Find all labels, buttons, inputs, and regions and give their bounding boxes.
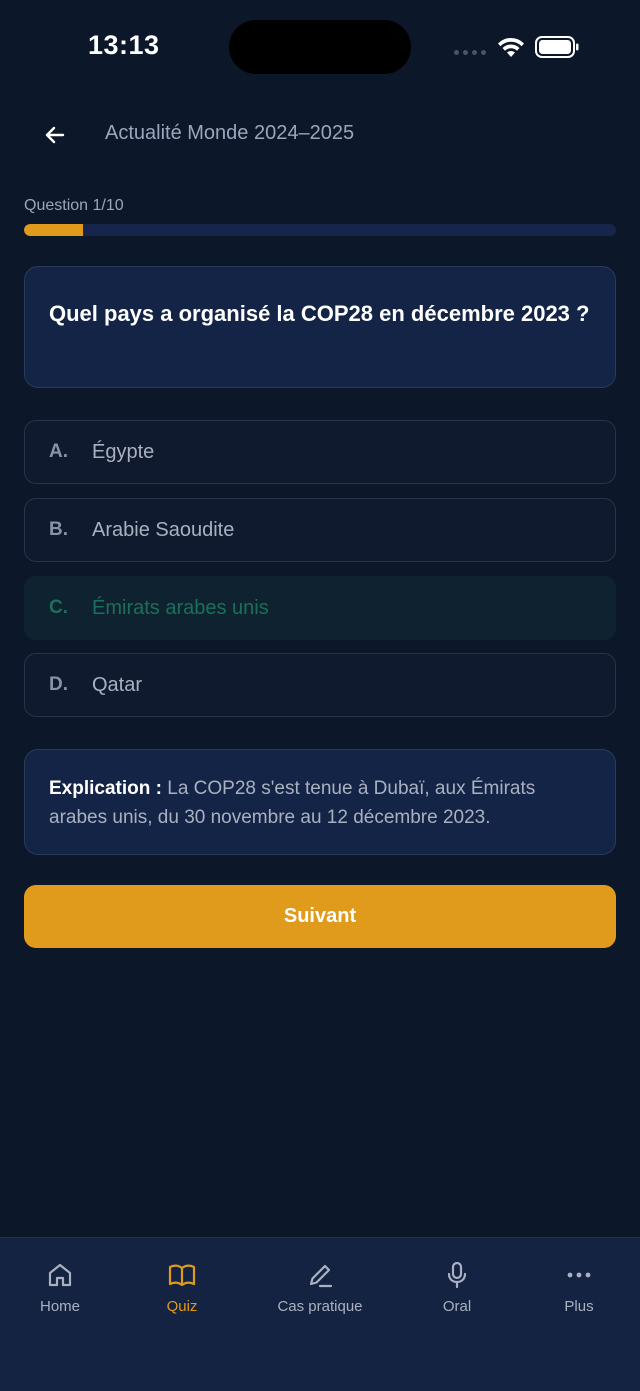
explanation-card: Explication : La COP28 s'est tenue à Dub… — [24, 749, 616, 855]
page-title: Actualité Monde 2024–2025 — [105, 122, 355, 144]
bottom-nav: Home Quiz Cas pratique Oral Plus — [0, 1237, 640, 1391]
nav-label: Quiz — [166, 1298, 198, 1315]
option-d[interactable]: D. Qatar — [24, 653, 616, 717]
microphone-icon — [447, 1261, 467, 1289]
option-letter: A. — [49, 441, 68, 462]
signal-icon — [454, 50, 486, 55]
option-a[interactable]: A. Égypte — [24, 420, 616, 484]
option-text: Égypte — [92, 440, 155, 463]
nav-item-oral[interactable]: Oral — [397, 1260, 517, 1315]
app-header: Actualité Monde 2024–2025 — [0, 108, 640, 160]
nav-label: Home — [39, 1298, 80, 1315]
next-button[interactable]: Suivant — [24, 885, 616, 948]
option-letter: B. — [49, 519, 68, 540]
progress-bar — [24, 224, 616, 236]
option-letter: D. — [49, 674, 68, 695]
pencil-icon — [309, 1264, 333, 1288]
option-b[interactable]: B. Arabie Saoudite — [24, 498, 616, 562]
nav-item-quiz[interactable]: Quiz — [122, 1260, 242, 1315]
book-icon — [168, 1264, 196, 1287]
dynamic-island — [229, 20, 411, 74]
nav-label: Plus — [564, 1298, 594, 1315]
back-button[interactable] — [36, 116, 74, 154]
question-card: Quel pays a organisé la COP28 en décembr… — [24, 266, 616, 388]
option-text: Qatar — [92, 673, 143, 696]
option-letter: C. — [49, 597, 68, 618]
home-icon — [48, 1263, 72, 1287]
option-c[interactable]: C. Émirats arabes unis — [24, 576, 616, 640]
nav-item-home[interactable]: Home — [0, 1260, 120, 1315]
more-icon — [567, 1272, 591, 1278]
nav-item-cas-pratique[interactable]: Cas pratique — [260, 1260, 380, 1315]
arrow-left-icon — [45, 126, 65, 144]
option-text: Émirats arabes unis — [92, 596, 269, 619]
battery-icon — [535, 36, 579, 58]
question-text: Quel pays a organisé la COP28 en décembr… — [49, 301, 590, 326]
explanation-label: Explication : — [49, 778, 162, 799]
option-text: Arabie Saoudite — [92, 518, 235, 541]
nav-item-plus[interactable]: Plus — [519, 1260, 639, 1315]
wifi-icon — [498, 37, 524, 57]
nav-label: Cas pratique — [277, 1298, 363, 1315]
status-bar: 13:13 — [0, 0, 640, 96]
progress-bar-fill — [24, 224, 84, 236]
question-counter: Question 1/10 — [24, 197, 124, 214]
nav-label: Oral — [442, 1298, 472, 1315]
status-time: 13:13 — [88, 30, 160, 60]
